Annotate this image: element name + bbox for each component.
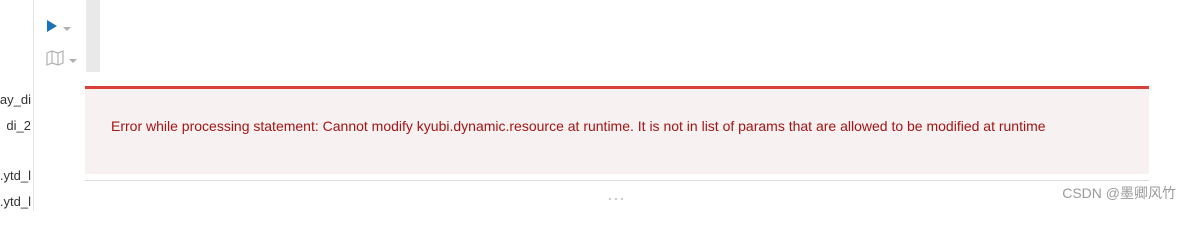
sidebar-item-1[interactable]: ay_di <box>0 92 31 107</box>
query-editor[interactable] <box>100 0 1150 72</box>
resize-handle[interactable] <box>608 188 624 201</box>
caret-down-icon <box>62 19 72 37</box>
sidebar-item-4[interactable]: .ytd_l <box>0 194 31 209</box>
map-icon <box>46 49 64 71</box>
sidebar-item-3[interactable]: .ytd_l <box>0 168 31 183</box>
editor-gutter <box>86 0 100 72</box>
caret-down-icon <box>68 51 78 69</box>
error-panel: Error while processing statement: Cannot… <box>85 86 1149 174</box>
run-button[interactable] <box>46 18 82 38</box>
panel-divider <box>85 180 1149 181</box>
left-sidebar: ay_di di_2 .ytd_l .ytd_l <box>0 0 34 211</box>
watermark: CSDN @墨卿风竹 <box>1062 185 1176 201</box>
sidebar-item-2[interactable]: di_2 <box>6 118 31 133</box>
map-button[interactable] <box>46 49 82 71</box>
play-icon <box>46 19 58 38</box>
error-message: Error while processing statement: Cannot… <box>111 118 1046 134</box>
editor-toolbar <box>40 14 86 72</box>
